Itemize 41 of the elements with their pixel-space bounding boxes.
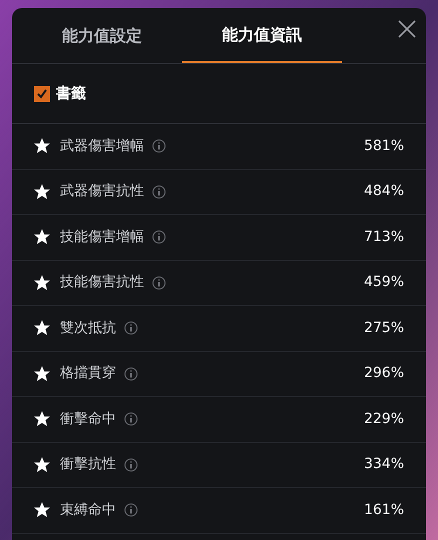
stat-value: 161% <box>364 500 404 520</box>
star-icon[interactable] <box>34 366 50 382</box>
info-icon[interactable] <box>152 276 166 290</box>
stat-value: 296% <box>364 364 404 384</box>
stat-value: 484% <box>364 182 404 202</box>
stat-name: 武器傷害增幅 <box>60 136 144 156</box>
stat-value: 275% <box>364 318 404 338</box>
close-icon <box>397 19 417 39</box>
tab[interactable]: 能力值設定 <box>22 8 182 63</box>
info-icon[interactable] <box>152 139 166 154</box>
star-icon[interactable] <box>34 229 50 246</box>
stat-name: 格擋貫穿 <box>60 364 116 384</box>
star-icon[interactable] <box>34 138 50 154</box>
stat-name: 衝擊抗性 <box>60 455 116 474</box>
info-icon[interactable] <box>124 412 138 426</box>
stat-value: 581% <box>364 136 404 156</box>
tab[interactable]: 能力值資訊 <box>182 8 342 63</box>
star-icon[interactable] <box>34 184 50 200</box>
star-icon[interactable] <box>34 456 50 473</box>
stat-value: 229% <box>364 410 404 429</box>
checkbox[interactable] <box>34 86 50 102</box>
info-icon[interactable] <box>152 184 166 199</box>
stat-name: 技能傷害增幅 <box>60 228 144 247</box>
info-icon[interactable] <box>124 366 138 381</box>
stat-name: 衝擊命中 <box>60 410 116 429</box>
star-icon[interactable] <box>34 320 50 336</box>
stat-value: 713% <box>364 228 404 247</box>
stat-value: 334% <box>364 455 404 474</box>
checkbox-label: 書籤 <box>56 83 86 104</box>
stat-value: 459% <box>364 273 404 292</box>
star-icon[interactable] <box>34 274 50 291</box>
star-icon[interactable] <box>34 502 50 518</box>
info-icon[interactable] <box>124 321 138 336</box>
stat-name: 武器傷害抗性 <box>60 182 144 202</box>
stat-name: 雙次抵抗 <box>60 318 116 338</box>
info-icon[interactable] <box>124 458 138 472</box>
star-icon[interactable] <box>34 411 50 428</box>
info-icon[interactable] <box>152 230 166 244</box>
stat-name: 束縛命中 <box>60 500 116 520</box>
stat-name: 技能傷害抗性 <box>60 273 144 292</box>
info-icon[interactable] <box>124 503 138 518</box>
